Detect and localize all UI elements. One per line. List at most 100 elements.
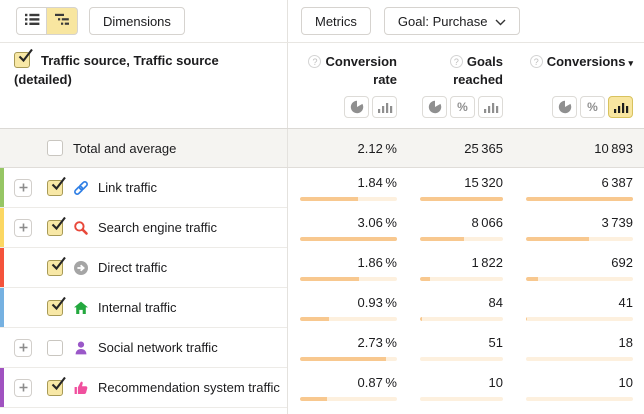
sort-arrow-icon[interactable]: ▾ bbox=[628, 58, 633, 68]
metric-cell: 2.73 % bbox=[300, 334, 397, 361]
percent-toggle-button[interactable]: % bbox=[450, 96, 475, 118]
metric-bar bbox=[300, 197, 397, 201]
row-label[interactable]: Link traffic bbox=[98, 180, 157, 195]
toolbar-right: Metrics Goal: Purchase bbox=[287, 0, 644, 42]
metrics-button[interactable]: Metrics bbox=[301, 7, 371, 35]
table-body: Link traffic 1.84 % 15 320 6 387 Search … bbox=[0, 168, 644, 408]
metric-cell: 8 066 bbox=[420, 214, 503, 241]
metric-bar-fill bbox=[420, 277, 430, 281]
help-icon[interactable]: ? bbox=[530, 55, 543, 68]
pie-toggle-button[interactable] bbox=[422, 96, 447, 118]
expand-button[interactable] bbox=[14, 379, 32, 397]
metric-column-header: ?Goals reached▾ % bbox=[420, 53, 503, 128]
metric-bar bbox=[526, 237, 633, 241]
metric-bar-fill bbox=[526, 277, 538, 281]
row-metrics: 0.87 % 10 10 bbox=[287, 368, 644, 408]
pie-toggle-button[interactable] bbox=[552, 96, 577, 118]
metric-bar bbox=[526, 357, 633, 361]
metric-column-header: ? Conversions▾ % bbox=[526, 53, 633, 128]
metric-bar bbox=[526, 317, 633, 321]
bars-toggle-button[interactable] bbox=[478, 96, 503, 118]
metric-cell: 84 bbox=[420, 294, 503, 321]
tree-view-button[interactable] bbox=[47, 7, 78, 35]
row-metrics: 1.84 % 15 320 6 387 bbox=[287, 168, 644, 208]
person-icon bbox=[73, 340, 89, 356]
row-label[interactable]: Recommendation system traffic bbox=[98, 380, 280, 395]
metric-bar bbox=[420, 197, 503, 201]
metric-bar bbox=[526, 277, 633, 281]
bars-icon bbox=[377, 101, 393, 113]
metric-bar-fill bbox=[420, 197, 503, 201]
metric-display-toggles: % bbox=[420, 96, 503, 118]
metric-value: 15 320 bbox=[420, 174, 503, 191]
bars-toggle-button[interactable] bbox=[372, 96, 397, 118]
expand-button[interactable] bbox=[14, 339, 32, 357]
table-row: Link traffic 1.84 % 15 320 6 387 bbox=[0, 168, 644, 208]
row-label[interactable]: Social network traffic bbox=[98, 340, 218, 355]
dimensions-button[interactable]: Dimensions bbox=[89, 7, 185, 35]
select-all-checkbox[interactable] bbox=[14, 52, 30, 68]
help-icon[interactable]: ? bbox=[308, 55, 321, 68]
dimension-header-title: Traffic source, Traffic source (detailed… bbox=[14, 53, 219, 87]
metric-display-toggles: % bbox=[526, 96, 633, 118]
percent-toggle-button[interactable]: % bbox=[580, 96, 605, 118]
row-metrics: 0.93 % 84 41 bbox=[287, 288, 644, 328]
metric-value: 84 bbox=[420, 294, 503, 311]
metric-bar-fill bbox=[300, 237, 397, 241]
link-icon bbox=[73, 180, 89, 196]
metric-value: 1.84 % bbox=[300, 174, 397, 191]
row-checkbox[interactable] bbox=[47, 180, 63, 196]
expand-button[interactable] bbox=[14, 219, 32, 237]
row-dimension-cell: Direct traffic bbox=[0, 248, 287, 288]
row-checkbox[interactable] bbox=[47, 300, 63, 316]
table-row: Internal traffic 0.93 % 84 41 bbox=[0, 288, 644, 328]
row-label[interactable]: Search engine traffic bbox=[98, 220, 217, 235]
metric-bar-fill bbox=[300, 357, 386, 361]
metric-cell: 1 822 bbox=[420, 254, 503, 281]
metric-bar bbox=[420, 277, 503, 281]
table-row: Search engine traffic 3.06 % 8 066 3 739 bbox=[0, 208, 644, 248]
list-view-button[interactable] bbox=[16, 7, 47, 35]
metric-column-label[interactable]: Conversion rate bbox=[325, 54, 397, 87]
table-header: Traffic source, Traffic source (detailed… bbox=[0, 43, 644, 129]
total-row-checkbox[interactable] bbox=[47, 140, 63, 156]
thumb-up-icon bbox=[73, 380, 89, 396]
row-dimension-cell: Recommendation system traffic bbox=[0, 368, 287, 408]
metric-value: 41 bbox=[526, 294, 633, 311]
metric-bar bbox=[300, 237, 397, 241]
metric-cell: 1.84 % bbox=[300, 174, 397, 201]
pie-icon bbox=[428, 100, 442, 114]
metric-cell: 692 bbox=[526, 254, 633, 281]
metric-bar-fill bbox=[526, 317, 527, 321]
goal-select-label: Goal: Purchase bbox=[398, 14, 488, 29]
row-color-stripe bbox=[0, 328, 4, 367]
metric-bar-fill bbox=[300, 277, 359, 281]
row-label[interactable]: Direct traffic bbox=[98, 260, 167, 275]
metric-value: 1.86 % bbox=[300, 254, 397, 271]
metric-display-toggles bbox=[300, 96, 397, 118]
row-dimension-cell: Search engine traffic bbox=[0, 208, 287, 248]
row-label[interactable]: Internal traffic bbox=[98, 300, 177, 315]
total-row-left: Total and average bbox=[0, 129, 287, 167]
expand-button[interactable] bbox=[14, 179, 32, 197]
metric-value: 2.73 % bbox=[300, 334, 397, 351]
metric-column-label[interactable]: Conversions bbox=[547, 54, 626, 69]
row-checkbox[interactable] bbox=[47, 260, 63, 276]
row-checkbox[interactable] bbox=[47, 220, 63, 236]
row-metrics: 1.86 % 1 822 692 bbox=[287, 248, 644, 288]
row-checkbox[interactable] bbox=[47, 340, 63, 356]
metric-value: 25 365 bbox=[420, 140, 503, 157]
table-row: Social network traffic 2.73 % 51 18 bbox=[0, 328, 644, 368]
bars-toggle-button[interactable] bbox=[608, 96, 633, 118]
goal-select[interactable]: Goal: Purchase bbox=[384, 7, 520, 35]
help-icon[interactable]: ? bbox=[450, 55, 463, 68]
metric-cell: 41 bbox=[526, 294, 633, 321]
metric-value: 0.87 % bbox=[300, 374, 397, 391]
metric-column-header: ?Conversion rate▾ bbox=[300, 53, 397, 128]
table-row: Recommendation system traffic 0.87 % 10 … bbox=[0, 368, 644, 408]
row-metrics: 3.06 % 8 066 3 739 bbox=[287, 208, 644, 248]
percent-icon: % bbox=[587, 100, 598, 114]
metric-cell: 10 bbox=[420, 374, 503, 401]
row-checkbox[interactable] bbox=[47, 380, 63, 396]
pie-toggle-button[interactable] bbox=[344, 96, 369, 118]
